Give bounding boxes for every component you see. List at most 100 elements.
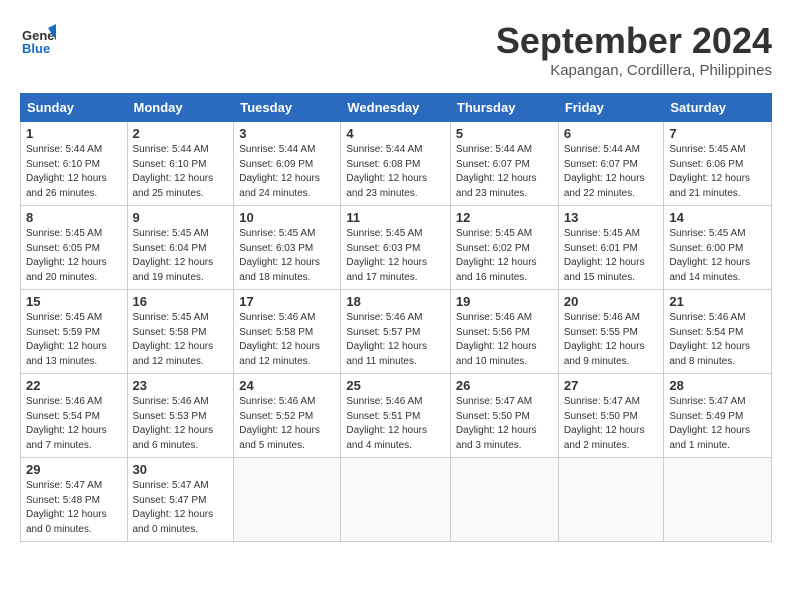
calendar-week-row: 15 Sunrise: 5:45 AMSunset: 5:59 PMDaylig… [21,290,772,374]
day-info: Sunrise: 5:45 AMSunset: 5:58 PMDaylight:… [133,311,229,369]
day-number: 27 [564,378,659,393]
calendar-cell: 6 Sunrise: 5:44 AMSunset: 6:07 PMDayligh… [558,122,664,206]
page-header: General Blue September 2024 Kapangan, Co… [20,20,772,79]
day-info: Sunrise: 5:45 AMSunset: 6:06 PMDaylight:… [669,143,766,201]
day-number: 13 [564,210,659,225]
calendar-week-row: 29 Sunrise: 5:47 AMSunset: 5:48 PMDaylig… [21,458,772,542]
day-number: 2 [133,126,229,141]
day-number: 29 [26,462,122,477]
calendar-cell: 4 Sunrise: 5:44 AMSunset: 6:08 PMDayligh… [341,122,451,206]
calendar-cell: 2 Sunrise: 5:44 AMSunset: 6:10 PMDayligh… [127,122,234,206]
calendar-cell: 11 Sunrise: 5:45 AMSunset: 6:03 PMDaylig… [341,206,451,290]
day-info: Sunrise: 5:46 AMSunset: 5:58 PMDaylight:… [239,311,335,369]
day-info: Sunrise: 5:46 AMSunset: 5:57 PMDaylight:… [346,311,445,369]
calendar-page: General Blue September 2024 Kapangan, Co… [0,0,792,552]
day-number: 21 [669,294,766,309]
day-number: 8 [26,210,122,225]
calendar-cell: 27 Sunrise: 5:47 AMSunset: 5:50 PMDaylig… [558,374,664,458]
calendar-cell: 5 Sunrise: 5:44 AMSunset: 6:07 PMDayligh… [450,122,558,206]
day-number: 18 [346,294,445,309]
day-number: 5 [456,126,553,141]
day-info: Sunrise: 5:44 AMSunset: 6:07 PMDaylight:… [456,143,553,201]
day-info: Sunrise: 5:45 AMSunset: 6:05 PMDaylight:… [26,227,122,285]
calendar-cell: 23 Sunrise: 5:46 AMSunset: 5:53 PMDaylig… [127,374,234,458]
calendar-cell [558,458,664,542]
day-number: 6 [564,126,659,141]
day-number: 3 [239,126,335,141]
day-number: 28 [669,378,766,393]
day-number: 11 [346,210,445,225]
weekday-header-row: Sunday Monday Tuesday Wednesday Thursday… [21,94,772,122]
calendar-week-row: 22 Sunrise: 5:46 AMSunset: 5:54 PMDaylig… [21,374,772,458]
calendar-cell: 26 Sunrise: 5:47 AMSunset: 5:50 PMDaylig… [450,374,558,458]
calendar-cell: 24 Sunrise: 5:46 AMSunset: 5:52 PMDaylig… [234,374,341,458]
calendar-cell: 20 Sunrise: 5:46 AMSunset: 5:55 PMDaylig… [558,290,664,374]
day-info: Sunrise: 5:44 AMSunset: 6:10 PMDaylight:… [133,143,229,201]
calendar-cell: 16 Sunrise: 5:45 AMSunset: 5:58 PMDaylig… [127,290,234,374]
calendar-cell: 7 Sunrise: 5:45 AMSunset: 6:06 PMDayligh… [664,122,772,206]
calendar-cell: 10 Sunrise: 5:45 AMSunset: 6:03 PMDaylig… [234,206,341,290]
day-number: 20 [564,294,659,309]
calendar-cell: 9 Sunrise: 5:45 AMSunset: 6:04 PMDayligh… [127,206,234,290]
day-number: 26 [456,378,553,393]
header-tuesday: Tuesday [234,94,341,122]
header-friday: Friday [558,94,664,122]
day-info: Sunrise: 5:45 AMSunset: 6:03 PMDaylight:… [239,227,335,285]
month-title: September 2024 [496,20,772,62]
day-info: Sunrise: 5:46 AMSunset: 5:55 PMDaylight:… [564,311,659,369]
calendar-cell: 28 Sunrise: 5:47 AMSunset: 5:49 PMDaylig… [664,374,772,458]
day-info: Sunrise: 5:47 AMSunset: 5:49 PMDaylight:… [669,395,766,453]
header-thursday: Thursday [450,94,558,122]
calendar-cell: 25 Sunrise: 5:46 AMSunset: 5:51 PMDaylig… [341,374,451,458]
header-wednesday: Wednesday [341,94,451,122]
calendar-cell: 30 Sunrise: 5:47 AMSunset: 5:47 PMDaylig… [127,458,234,542]
calendar-week-row: 1 Sunrise: 5:44 AMSunset: 6:10 PMDayligh… [21,122,772,206]
calendar-cell: 15 Sunrise: 5:45 AMSunset: 5:59 PMDaylig… [21,290,128,374]
header-saturday: Saturday [664,94,772,122]
logo: General Blue [20,20,60,56]
day-info: Sunrise: 5:45 AMSunset: 6:00 PMDaylight:… [669,227,766,285]
svg-text:Blue: Blue [22,41,50,56]
day-info: Sunrise: 5:47 AMSunset: 5:47 PMDaylight:… [133,479,229,537]
day-number: 10 [239,210,335,225]
day-number: 4 [346,126,445,141]
header-monday: Monday [127,94,234,122]
day-info: Sunrise: 5:46 AMSunset: 5:51 PMDaylight:… [346,395,445,453]
calendar-cell: 17 Sunrise: 5:46 AMSunset: 5:58 PMDaylig… [234,290,341,374]
day-info: Sunrise: 5:46 AMSunset: 5:56 PMDaylight:… [456,311,553,369]
calendar-cell: 18 Sunrise: 5:46 AMSunset: 5:57 PMDaylig… [341,290,451,374]
day-info: Sunrise: 5:46 AMSunset: 5:53 PMDaylight:… [133,395,229,453]
calendar-week-row: 8 Sunrise: 5:45 AMSunset: 6:05 PMDayligh… [21,206,772,290]
day-number: 23 [133,378,229,393]
calendar-cell: 13 Sunrise: 5:45 AMSunset: 6:01 PMDaylig… [558,206,664,290]
day-number: 17 [239,294,335,309]
day-number: 25 [346,378,445,393]
day-info: Sunrise: 5:45 AMSunset: 6:04 PMDaylight:… [133,227,229,285]
day-number: 12 [456,210,553,225]
day-info: Sunrise: 5:45 AMSunset: 6:01 PMDaylight:… [564,227,659,285]
calendar-cell: 1 Sunrise: 5:44 AMSunset: 6:10 PMDayligh… [21,122,128,206]
day-number: 7 [669,126,766,141]
day-number: 19 [456,294,553,309]
day-info: Sunrise: 5:44 AMSunset: 6:08 PMDaylight:… [346,143,445,201]
title-block: September 2024 Kapangan, Cordillera, Phi… [496,20,772,79]
day-number: 15 [26,294,122,309]
calendar-cell: 3 Sunrise: 5:44 AMSunset: 6:09 PMDayligh… [234,122,341,206]
day-info: Sunrise: 5:44 AMSunset: 6:10 PMDaylight:… [26,143,122,201]
day-number: 14 [669,210,766,225]
calendar-table: Sunday Monday Tuesday Wednesday Thursday… [20,93,772,542]
calendar-cell: 14 Sunrise: 5:45 AMSunset: 6:00 PMDaylig… [664,206,772,290]
calendar-cell: 12 Sunrise: 5:45 AMSunset: 6:02 PMDaylig… [450,206,558,290]
day-info: Sunrise: 5:46 AMSunset: 5:54 PMDaylight:… [26,395,122,453]
day-number: 30 [133,462,229,477]
day-info: Sunrise: 5:44 AMSunset: 6:07 PMDaylight:… [564,143,659,201]
day-info: Sunrise: 5:44 AMSunset: 6:09 PMDaylight:… [239,143,335,201]
calendar-cell: 8 Sunrise: 5:45 AMSunset: 6:05 PMDayligh… [21,206,128,290]
day-info: Sunrise: 5:47 AMSunset: 5:50 PMDaylight:… [456,395,553,453]
day-info: Sunrise: 5:45 AMSunset: 6:02 PMDaylight:… [456,227,553,285]
logo-icon: General Blue [20,20,56,56]
header-sunday: Sunday [21,94,128,122]
calendar-cell [234,458,341,542]
day-info: Sunrise: 5:45 AMSunset: 6:03 PMDaylight:… [346,227,445,285]
day-info: Sunrise: 5:47 AMSunset: 5:50 PMDaylight:… [564,395,659,453]
